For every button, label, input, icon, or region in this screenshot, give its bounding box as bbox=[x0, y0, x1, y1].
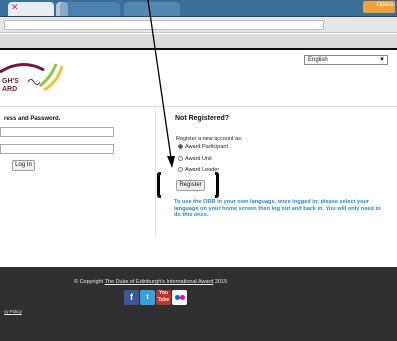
radio-award-unit[interactable]: Award Unit bbox=[178, 156, 212, 164]
facebook-icon[interactable]: f bbox=[124, 290, 139, 305]
browser-menu-button[interactable]: Opera bbox=[363, 1, 395, 13]
annotation-bracket-left bbox=[157, 172, 161, 198]
column-divider bbox=[155, 107, 156, 237]
header-divider bbox=[0, 106, 397, 107]
radio-label: Award Unit bbox=[185, 156, 212, 162]
radio-selected-icon[interactable] bbox=[178, 144, 183, 149]
browser-toolbar bbox=[0, 17, 397, 33]
copyright-link[interactable]: The Duke of Edinburgh's International Aw… bbox=[105, 279, 214, 285]
close-tab-icon[interactable]: ✕ bbox=[11, 3, 19, 13]
login-button[interactable]: Log In bbox=[12, 160, 35, 171]
register-prompt: Register a new account as: bbox=[176, 136, 243, 142]
not-registered-heading: Not Registered? bbox=[175, 115, 230, 122]
privacy-policy-link[interactable]: cy Policy bbox=[4, 309, 22, 314]
dropdown-arrow-icon: ▼ bbox=[379, 57, 385, 63]
browser-tab-blurred[interactable] bbox=[60, 2, 120, 16]
browser-tab[interactable]: ✕ bbox=[8, 2, 54, 16]
language-select[interactable]: English ▼ bbox=[304, 55, 388, 65]
content-bottom bbox=[0, 237, 397, 267]
browser-menu-label: Opera bbox=[376, 2, 393, 8]
site-header: GH'S ARD English ▼ bbox=[0, 50, 397, 106]
bookmark-bar bbox=[0, 34, 397, 48]
login-heading: ress and Password. bbox=[4, 116, 61, 122]
browser-tab-strip: ✕ Opera bbox=[0, 0, 397, 17]
flickr-icon[interactable] bbox=[172, 290, 187, 305]
youtube-icon[interactable]: You Tube bbox=[156, 290, 171, 305]
address-bar[interactable] bbox=[4, 20, 324, 30]
language-selected-value: English bbox=[308, 57, 328, 63]
language-info-text: To use the ORB in your own language, onc… bbox=[174, 199, 381, 218]
password-input[interactable] bbox=[0, 144, 114, 154]
copyright-text: © Copyright The Duke of Edinburgh's Inte… bbox=[74, 279, 227, 285]
logo-text-line2: ARD bbox=[2, 86, 18, 93]
logo-wordmark: GH'S ARD bbox=[2, 78, 19, 94]
radio-icon[interactable] bbox=[178, 167, 183, 172]
award-logo[interactable]: GH'S ARD bbox=[0, 60, 70, 100]
email-input[interactable] bbox=[0, 127, 114, 137]
copyright-prefix: © Copyright bbox=[74, 279, 105, 285]
radio-label: Award Participant bbox=[185, 144, 229, 150]
logo-text-line1: GH'S bbox=[2, 78, 19, 85]
annotation-bracket-right bbox=[215, 172, 219, 198]
register-button[interactable]: Register bbox=[176, 180, 205, 191]
twitter-icon[interactable]: t bbox=[140, 290, 155, 305]
radio-award-participant[interactable]: Award Participant bbox=[178, 144, 228, 152]
radio-icon[interactable] bbox=[178, 156, 183, 161]
browser-tab-blurred[interactable] bbox=[124, 2, 180, 16]
radio-award-leader[interactable]: Award Leader bbox=[178, 167, 219, 175]
copyright-year: 2015 bbox=[213, 279, 228, 285]
